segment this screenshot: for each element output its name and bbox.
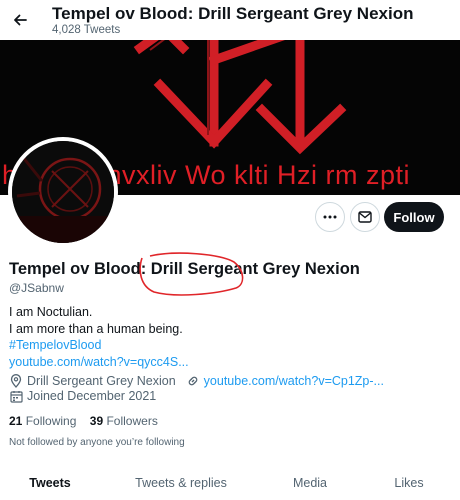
follow-counts: 21 Following 39 Followers	[9, 414, 158, 428]
location-text: Drill Sergeant Grey Nexion	[27, 374, 176, 388]
avatar[interactable]	[8, 137, 118, 247]
not-followed-text: Not followed by anyone you’re following	[9, 437, 185, 448]
website-link[interactable]: youtube.com/watch?v=Cp1Zp-...	[204, 374, 384, 388]
followers-count: 39	[89, 414, 104, 428]
profile-tabs: Tweets Tweets & replies Media Likes	[0, 466, 460, 500]
calendar-icon	[9, 389, 23, 403]
bio-hashtag[interactable]: #TempelovBlood	[9, 337, 189, 354]
tab-media[interactable]: Media	[262, 466, 358, 500]
profile-meta-row: Drill Sergeant Grey Nexion youtube.com/w…	[9, 374, 384, 388]
following-link[interactable]: 21 Following	[9, 414, 80, 428]
back-button[interactable]	[6, 6, 34, 34]
red-annotation-circle	[139, 252, 244, 296]
following-count: 21	[9, 414, 23, 428]
profile-header: Tempel ov Blood: Drill Sergeant Grey Nex…	[0, 0, 460, 40]
handle: @JSabnw	[9, 281, 64, 295]
tab-label: Tweets	[29, 476, 71, 490]
bio-link[interactable]: youtube.com/watch?v=qycc4S...	[9, 354, 189, 371]
header-title: Tempel ov Blood: Drill Sergeant Grey Nex…	[52, 4, 414, 23]
followers-label: Followers	[106, 414, 158, 428]
bio: I am Noctulian. I am more than a human b…	[9, 304, 189, 370]
bio-line: I am Noctulian.	[9, 305, 93, 319]
followers-link[interactable]: 39 Followers	[90, 414, 158, 428]
link-icon	[186, 374, 200, 388]
tab-likes[interactable]: Likes	[358, 466, 460, 500]
message-button[interactable]	[350, 202, 380, 232]
bio-line: I am more than a human being.	[9, 321, 183, 336]
location-icon	[9, 374, 23, 388]
follow-button[interactable]: Follow	[384, 202, 444, 232]
tab-tweets-replies[interactable]: Tweets & replies	[100, 466, 262, 500]
avatar-image	[12, 141, 114, 243]
tab-label: Media	[292, 476, 328, 490]
joined-text: Joined December 2021	[27, 389, 157, 403]
more-button[interactable]	[315, 202, 345, 232]
message-icon	[358, 211, 372, 223]
tab-label: Tweets & replies	[135, 476, 227, 490]
tab-tweets[interactable]: Tweets	[0, 466, 100, 500]
back-arrow-icon	[14, 14, 27, 26]
following-label: Following	[25, 414, 77, 428]
more-icon	[323, 215, 337, 219]
profile-joined-row: Joined December 2021	[9, 389, 156, 403]
tweet-count: 4,028 Tweets	[52, 24, 121, 36]
tab-label: Likes	[394, 476, 424, 490]
